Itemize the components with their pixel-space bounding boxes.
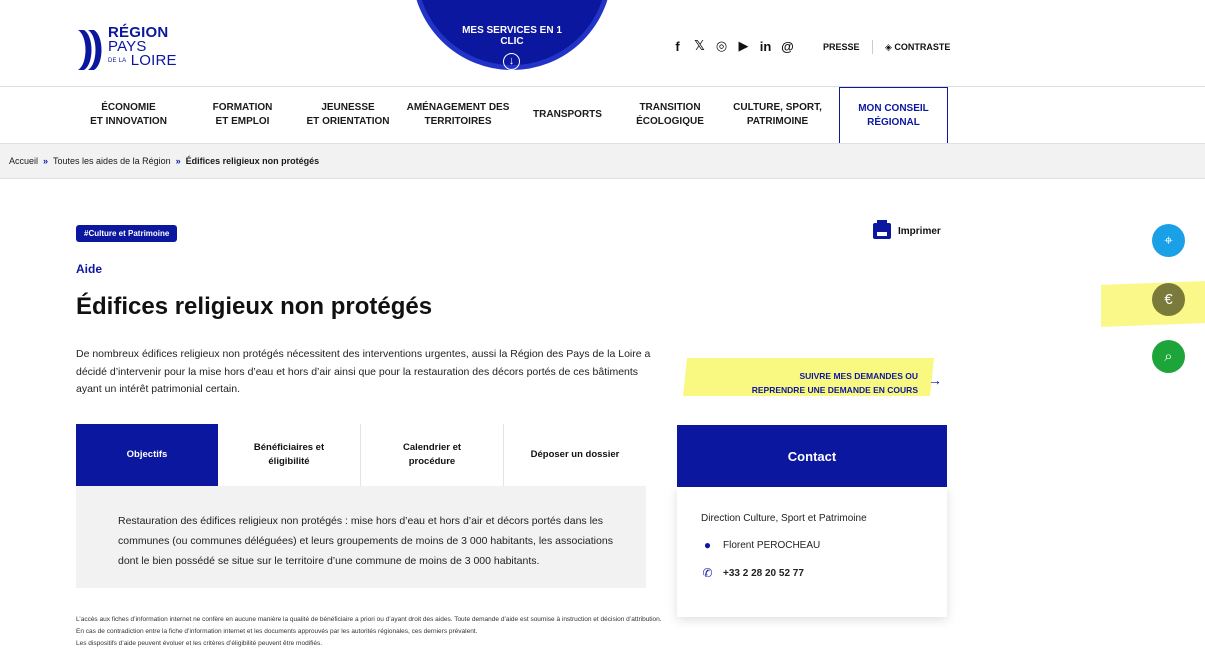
- arrow-down-icon[interactable]: ↓: [503, 53, 520, 70]
- tab-calendrier[interactable]: Calendrier et procédure: [361, 424, 504, 486]
- page-title: Édifices religieux non protégés: [76, 293, 433, 320]
- person-icon: ●: [703, 538, 712, 552]
- logo-mark-icon: [78, 30, 102, 70]
- nav-transports[interactable]: TRANSPORTS: [520, 87, 615, 143]
- intro-text: De nombreux édifices religieux non proté…: [76, 348, 651, 395]
- print-button[interactable]: Imprimer: [873, 220, 941, 239]
- category-tag[interactable]: #Culture et Patrimoine: [76, 225, 178, 242]
- nav-formation[interactable]: FORMATION ET EMPLOI: [195, 87, 290, 143]
- contact-direction: Direction Culture, Sport et Patrimoine: [701, 513, 867, 524]
- location-icon[interactable]: ⌖: [1152, 224, 1185, 257]
- aid-hand-icon[interactable]: €: [1152, 283, 1185, 316]
- nav-culture[interactable]: CULTURE, SPORT, PATRIMOINE: [725, 87, 830, 143]
- logo-line3: LOIRE: [130, 52, 177, 69]
- disclaimer-text: L’accès aux fiches d’information interne…: [76, 616, 662, 647]
- logo-text: RÉGION PAYS DE LA LOIRE: [108, 25, 177, 69]
- facebook-icon[interactable]: f: [668, 39, 687, 54]
- contact-title: Contact: [677, 423, 947, 487]
- region-logo[interactable]: RÉGION PAYS DE LA LOIRE: [76, 25, 196, 76]
- print-label: Imprimer: [898, 225, 941, 237]
- content-kind: Aide: [76, 262, 103, 276]
- nav-jeunesse[interactable]: JEUNESSE ET ORIENTATION: [294, 87, 402, 143]
- nav-economie[interactable]: ÉCONOMIE ET INNOVATION: [76, 87, 181, 143]
- breadcrumb-aides[interactable]: Toutes les aides de la Région: [53, 156, 171, 166]
- tab-deposer[interactable]: Déposer un dossier: [504, 424, 646, 486]
- contrast-toggle[interactable]: ◈ CONTRASTE: [885, 42, 950, 53]
- threads-icon[interactable]: @: [778, 39, 797, 54]
- tab-panel-objectifs: Restauration des édifices religieux non …: [76, 486, 646, 588]
- printer-icon: [873, 220, 891, 239]
- breadcrumb: Accueil » Toutes les aides de la Région » Éd…: [0, 143, 1205, 179]
- nav-transition[interactable]: TRANSITION ÉCOLOGIQUE: [625, 87, 715, 143]
- main-nav: ÉCONOMIE ET INNOVATION FORMATION ET EMPL…: [0, 87, 1205, 144]
- social-links: f 𝕏 ◎ ▶ in @: [668, 38, 800, 54]
- breadcrumb-home[interactable]: Accueil: [9, 156, 38, 166]
- contact-person: Florent PEROCHEAU: [723, 539, 821, 551]
- youtube-icon[interactable]: ▶: [734, 38, 753, 54]
- contact-phone[interactable]: +33 2 28 20 52 77: [723, 568, 804, 579]
- search-chat-icon[interactable]: ⌕: [1152, 340, 1185, 373]
- logo-line3-small: DE LA: [108, 58, 127, 65]
- breadcrumb-current: Édifices religieux non protégés: [185, 156, 320, 166]
- phone-icon: ✆: [702, 566, 713, 580]
- tab-objectifs[interactable]: Objectifs: [76, 424, 218, 486]
- suivre-demandes-link[interactable]: SUIVRE MES DEMANDES OU REPRENDRE UNE DEM…: [700, 369, 918, 397]
- contact-card: Direction Culture, Sport et Patrimoine ●…: [677, 487, 947, 617]
- presse-link[interactable]: PRESSE: [823, 42, 860, 52]
- services-label[interactable]: MES SERVICES EN 1 CLIC: [452, 25, 572, 47]
- nav-mon-conseil[interactable]: MON CONSEIL RÉGIONAL: [839, 87, 948, 144]
- x-icon[interactable]: 𝕏: [690, 38, 709, 54]
- arrow-right-icon[interactable]: →: [928, 372, 942, 388]
- linkedin-icon[interactable]: in: [756, 39, 775, 54]
- breadcrumb-chevron-icon: »: [43, 156, 49, 166]
- tab-beneficiaires[interactable]: Bénéficiaires et éligibilité: [218, 424, 361, 486]
- breadcrumb-chevron-icon: »: [175, 156, 181, 166]
- instagram-icon[interactable]: ◎: [712, 38, 731, 54]
- nav-amenagement[interactable]: AMÉNAGEMENT DES TERRITOIRES: [406, 87, 510, 143]
- header-divider: [872, 40, 873, 54]
- aid-tabs: Objectifs Bénéficiaires et éligibilité C…: [76, 424, 646, 486]
